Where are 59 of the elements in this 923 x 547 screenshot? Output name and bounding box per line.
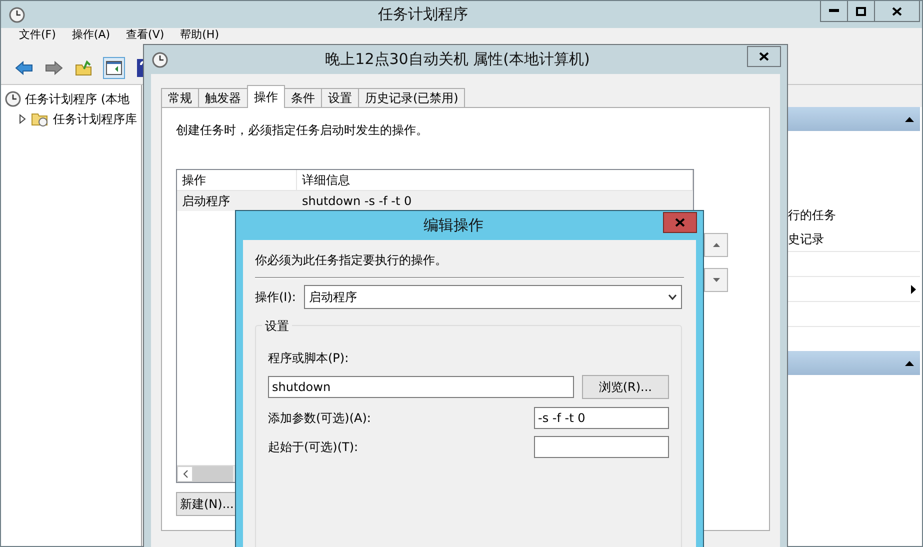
column-header[interactable]: 操作 — [177, 170, 297, 190]
expand-icon[interactable] — [19, 114, 27, 124]
close-icon — [759, 52, 769, 61]
tree-item[interactable]: 任务计划程序库 — [53, 110, 137, 128]
tab[interactable]: 常规 — [161, 88, 199, 108]
menu-item[interactable]: 帮助(H) — [172, 29, 227, 41]
field-label: 操作(I): — [255, 288, 296, 306]
field-label: 添加参数(可选)(A): — [268, 410, 371, 426]
app-icon — [9, 6, 25, 22]
dialog-title: 晚上12点30自动关机 属性(本地计算机) — [324, 50, 591, 69]
close-button[interactable] — [747, 46, 781, 67]
close-icon — [892, 6, 902, 16]
up-triangle-icon — [712, 243, 720, 247]
field-label: 起始于(可选)(T): — [268, 438, 358, 456]
dialog-icon — [152, 52, 168, 68]
program-field[interactable]: shutdown — [268, 376, 574, 398]
forward-arrow-icon — [45, 61, 63, 75]
dropdown-chevron-icon — [668, 294, 677, 300]
action-link[interactable]: 行的任务 — [788, 206, 836, 224]
back-arrow-icon — [15, 61, 33, 75]
tab[interactable]: 操作 — [247, 85, 285, 108]
instruction-text: 你必须为此任务指定要执行的操作。 — [255, 252, 448, 269]
action-dropdown[interactable]: 启动程序 — [304, 285, 682, 309]
submenu-arrow-icon — [911, 284, 916, 294]
move-down-button[interactable] — [704, 268, 728, 292]
collapse-icon — [905, 360, 914, 366]
menu-item[interactable]: 操作(A) — [64, 29, 118, 41]
left-chevron-icon — [182, 470, 188, 478]
folder-icon — [31, 111, 49, 127]
field-label: 程序或脚本(P): — [268, 350, 350, 367]
menu-item[interactable]: 查看(V) — [118, 29, 172, 41]
browse-button[interactable]: 浏览(R)... — [582, 375, 669, 399]
column-header[interactable]: 详细信息 — [297, 170, 693, 190]
action-link[interactable]: 史记录 — [788, 230, 824, 248]
new-button[interactable]: 新建(N)... — [176, 492, 238, 516]
close-button[interactable] — [874, 1, 920, 22]
console-tree-button[interactable] — [103, 57, 125, 79]
tab[interactable]: 历史记录(已禁用) — [358, 88, 466, 108]
start-in-field[interactable] — [534, 436, 669, 458]
move-up-button[interactable] — [704, 233, 728, 257]
instruction-text: 创建任务时，必须指定任务启动时发生的操作。 — [176, 122, 429, 139]
menu-item[interactable]: 文件(F) — [11, 29, 64, 41]
scroll-left-button[interactable] — [177, 466, 193, 482]
minimize-button[interactable] — [820, 1, 848, 22]
collapse-icon — [905, 116, 914, 122]
folder-up-icon — [75, 60, 93, 76]
window-title: 任务计划程序 — [377, 5, 469, 24]
panel-icon — [106, 61, 122, 75]
arguments-field[interactable]: -s -f -t 0 — [534, 407, 669, 429]
maximize-icon — [856, 6, 866, 16]
dialog-title: 编辑操作 — [422, 216, 484, 235]
close-icon — [675, 218, 685, 227]
tree-item[interactable]: 任务计划程序 (本地 — [25, 90, 130, 108]
table-cell-text: 启动程序 — [181, 192, 231, 210]
scrollbar-thumb[interactable] — [193, 466, 233, 482]
minimize-icon — [829, 9, 839, 13]
clock-icon — [5, 91, 21, 107]
down-triangle-icon — [712, 278, 720, 282]
table-cell-text: shutdown -s -f -t 0 — [301, 193, 413, 210]
